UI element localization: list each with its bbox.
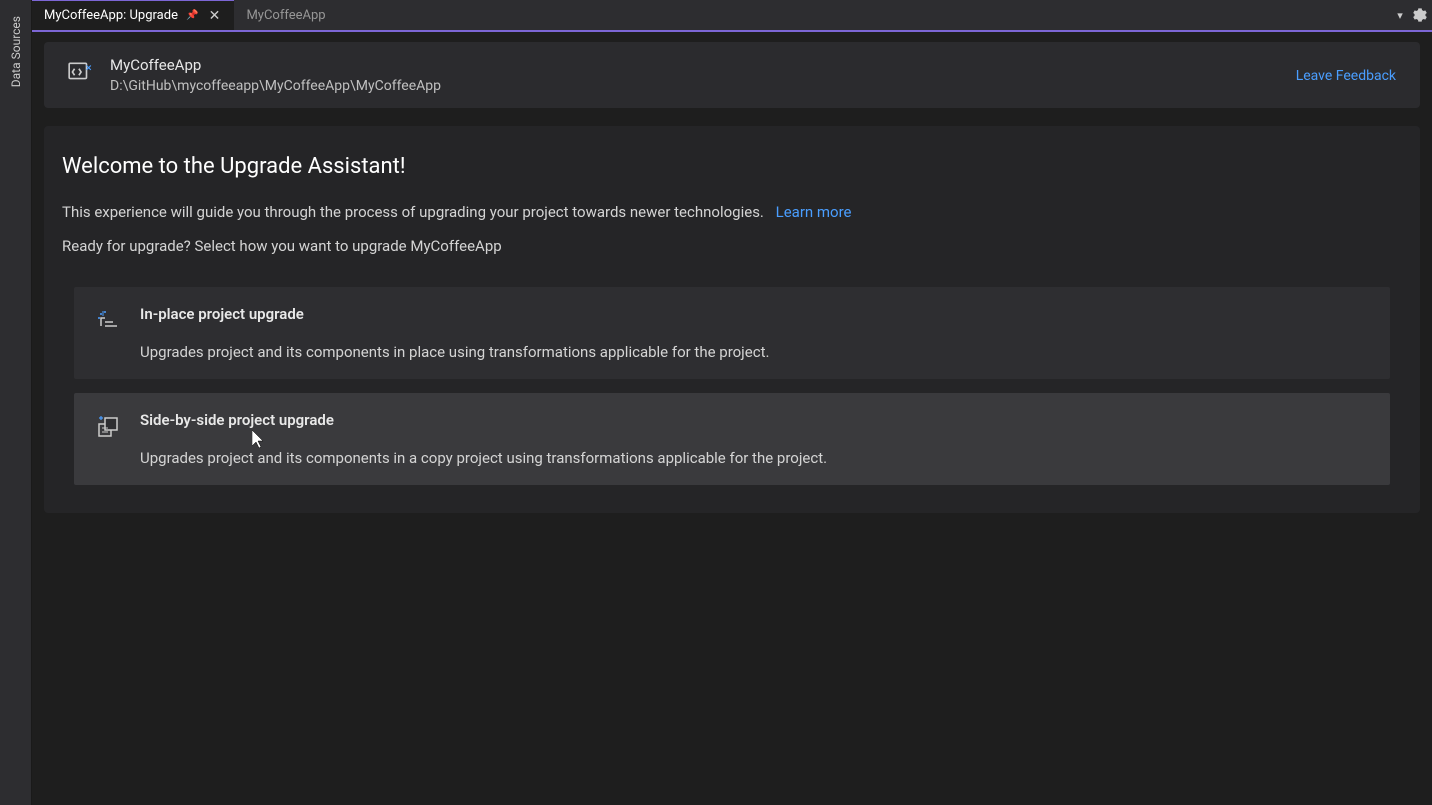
main-area: MyCoffeeApp: Upgrade 📌 ✕ MyCoffeeApp ▾ bbox=[32, 0, 1432, 805]
option-content: In-place project upgrade Upgrades projec… bbox=[140, 305, 1370, 361]
pin-icon[interactable]: 📌 bbox=[186, 10, 198, 21]
welcome-subtitle-text: This experience will guide you through t… bbox=[62, 203, 764, 221]
option-sidebyside-upgrade[interactable]: Side-by-side project upgrade Upgrades pr… bbox=[74, 393, 1390, 485]
tab-bar: MyCoffeeApp: Upgrade 📌 ✕ MyCoffeeApp ▾ bbox=[32, 0, 1432, 32]
tab-bar-right: ▾ bbox=[1392, 0, 1428, 30]
welcome-subtitle: This experience will guide you through t… bbox=[62, 203, 1402, 221]
option-description: Upgrades project and its components in a… bbox=[140, 449, 1370, 467]
vertical-sidebar: Data Sources bbox=[0, 0, 32, 805]
header-panel: MyCoffeeApp D:\GitHub\mycoffeeapp\MyCoff… bbox=[44, 42, 1420, 108]
sidebyside-upgrade-icon bbox=[94, 413, 124, 443]
welcome-title: Welcome to the Upgrade Assistant! bbox=[62, 154, 1402, 179]
gear-icon[interactable] bbox=[1412, 7, 1428, 23]
tab-upgrade[interactable]: MyCoffeeApp: Upgrade 📌 ✕ bbox=[32, 0, 234, 30]
tab-mycoffeeapp[interactable]: MyCoffeeApp bbox=[234, 0, 337, 30]
main-content: Welcome to the Upgrade Assistant! This e… bbox=[44, 126, 1420, 513]
dropdown-icon[interactable]: ▾ bbox=[1392, 7, 1408, 23]
tab-label: MyCoffeeApp: Upgrade bbox=[44, 8, 178, 23]
option-title: In-place project upgrade bbox=[140, 305, 1370, 323]
inplace-upgrade-icon bbox=[94, 307, 124, 337]
csharp-project-icon bbox=[66, 58, 94, 86]
project-path: D:\GitHub\mycoffeeapp\MyCoffeeApp\MyCoff… bbox=[110, 78, 441, 94]
data-sources-tab[interactable]: Data Sources bbox=[5, 8, 27, 95]
option-inplace-upgrade[interactable]: In-place project upgrade Upgrades projec… bbox=[74, 287, 1390, 379]
tab-label: MyCoffeeApp bbox=[246, 8, 325, 23]
project-info: MyCoffeeApp D:\GitHub\mycoffeeapp\MyCoff… bbox=[110, 56, 441, 94]
project-name: MyCoffeeApp bbox=[110, 56, 441, 74]
leave-feedback-link[interactable]: Leave Feedback bbox=[1296, 68, 1396, 84]
learn-more-link[interactable]: Learn more bbox=[776, 203, 852, 221]
ready-text: Ready for upgrade? Select how you want t… bbox=[62, 237, 1402, 255]
close-icon[interactable]: ✕ bbox=[206, 8, 222, 24]
option-title: Side-by-side project upgrade bbox=[140, 411, 1370, 429]
option-description: Upgrades project and its components in p… bbox=[140, 343, 1370, 361]
content-wrapper: MyCoffeeApp D:\GitHub\mycoffeeapp\MyCoff… bbox=[32, 34, 1432, 805]
option-content: Side-by-side project upgrade Upgrades pr… bbox=[140, 411, 1370, 467]
